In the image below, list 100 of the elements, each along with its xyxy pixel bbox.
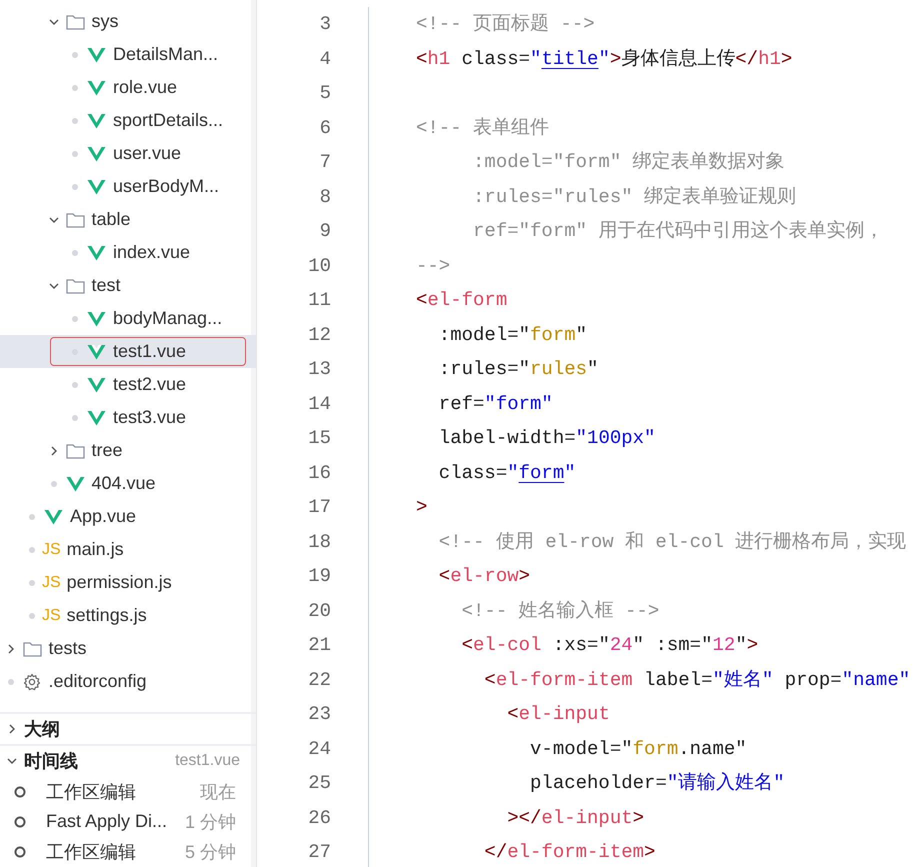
file-tree-item[interactable]: test3.vue xyxy=(0,401,256,434)
vue-icon xyxy=(87,310,106,326)
timeline-item[interactable]: Fast Apply Di... 1 分钟 xyxy=(0,806,256,837)
code-line: <!-- 使用 el-row 和 el-col 进行栅格布局，实现 xyxy=(438,530,906,552)
timeline-time: 5 分钟 xyxy=(184,840,236,864)
section-title: 时间线 xyxy=(24,750,79,774)
vue-icon xyxy=(87,146,106,162)
line-number: 15 xyxy=(308,427,331,449)
code-line: v-model="form.name" xyxy=(529,738,747,760)
code-line: <el-input xyxy=(506,703,610,725)
line-number: 25 xyxy=(308,772,331,794)
file-tree-item[interactable]: test2.vue xyxy=(0,368,256,401)
file-name: sys xyxy=(92,11,118,32)
vue-icon xyxy=(87,178,106,194)
code-line: ref="form" xyxy=(438,392,553,414)
bullet-icon xyxy=(8,678,14,684)
bullet-icon xyxy=(29,612,35,618)
line-number: 6 xyxy=(320,116,331,138)
gear-icon xyxy=(23,672,41,690)
file-tree-item[interactable]: 404.vue xyxy=(0,467,256,500)
file-name: permission.js xyxy=(66,572,172,593)
file-tree-item[interactable]: tests xyxy=(0,632,256,665)
line-number: 24 xyxy=(308,738,331,760)
line-number: 17 xyxy=(308,496,331,518)
file-tree-item[interactable]: JS settings.js xyxy=(0,599,256,632)
bullet-icon xyxy=(29,546,35,552)
code-line: :rules="rules" xyxy=(438,358,598,380)
vue-icon xyxy=(87,46,106,62)
file-tree-item[interactable]: test1.vue xyxy=(0,335,256,368)
vue-icon xyxy=(87,410,106,426)
code-line: :rules="rules" 绑定表单验证规则 xyxy=(472,186,796,208)
vue-icon xyxy=(87,244,106,260)
line-number: 23 xyxy=(308,703,331,725)
file-name: test3.vue xyxy=(113,407,186,428)
file-tree-item[interactable]: tree xyxy=(0,434,256,467)
file-name: App.vue xyxy=(70,506,136,527)
line-number: 21 xyxy=(308,634,331,656)
vue-icon xyxy=(87,112,106,128)
file-tree-item[interactable]: DetailsMan... xyxy=(0,38,256,71)
code-line: <el-col :xs="24" :sm="12"> xyxy=(460,634,758,656)
timeline-label: Fast Apply Di... xyxy=(46,811,168,832)
vue-icon xyxy=(44,508,63,524)
bullet-icon xyxy=(72,84,78,90)
line-number: 19 xyxy=(308,565,331,587)
line-number: 13 xyxy=(308,358,331,380)
section-title: 大纲 xyxy=(24,718,61,742)
timeline-time: 现在 xyxy=(200,780,236,804)
code-line: <!-- 页面标题 --> xyxy=(416,13,595,35)
line-number: 5 xyxy=(320,82,331,104)
file-tree-item[interactable]: table xyxy=(0,203,256,236)
file-name: .editorconfig xyxy=(48,671,147,692)
file-tree-item[interactable]: index.vue xyxy=(0,236,256,269)
code-line: </el-form-item> xyxy=(483,841,656,863)
line-number: 22 xyxy=(308,668,331,690)
file-name: test2.vue xyxy=(113,374,186,395)
line-number: 8 xyxy=(320,186,331,208)
code-line: --> xyxy=(416,254,450,276)
file-tree-item[interactable]: test xyxy=(0,269,256,302)
file-name: table xyxy=(92,209,131,230)
file-tree-item[interactable]: user.vue xyxy=(0,137,256,170)
code-line: <!-- 姓名输入框 --> xyxy=(460,600,660,622)
timeline-item[interactable]: 工作区编辑 现在 xyxy=(0,776,256,807)
code-line: <el-row> xyxy=(438,565,530,587)
timeline-item[interactable]: 工作区编辑 5 分钟 xyxy=(0,836,256,867)
line-number: 16 xyxy=(308,462,331,484)
timeline-header[interactable]: 时间线 test1.vue xyxy=(0,744,256,776)
file-tree-item[interactable]: role.vue xyxy=(0,71,256,104)
file-tree-item[interactable]: App.vue xyxy=(0,500,256,533)
bullet-icon xyxy=(50,480,56,486)
file-name: role.vue xyxy=(113,77,178,98)
file-tree-item[interactable]: sys xyxy=(0,5,256,38)
file-tree-item[interactable]: userBodyM... xyxy=(0,170,256,203)
bullet-icon xyxy=(72,52,78,58)
file-tree-item[interactable]: JS permission.js xyxy=(0,566,256,599)
bullet-icon xyxy=(29,514,35,520)
file-name: bodyManag... xyxy=(113,308,222,329)
folder-icon xyxy=(66,278,84,294)
bullet-icon xyxy=(72,316,78,322)
line-number: 4 xyxy=(320,48,331,70)
folder-icon xyxy=(66,212,84,228)
code-line: label-width="100px" xyxy=(438,427,656,449)
outline-header[interactable]: 大纲 xyxy=(0,712,256,744)
code-line: <h1 class="title">身体信息上传</h1> xyxy=(416,48,792,70)
vue-icon xyxy=(87,344,106,360)
file-tree-item[interactable]: bodyManag... xyxy=(0,302,256,335)
file-tree-item[interactable]: .editorconfig xyxy=(0,665,256,698)
bullet-icon xyxy=(72,382,78,388)
vue-icon xyxy=(87,80,106,96)
file-tree-item[interactable]: sportDetails... xyxy=(0,104,256,137)
file-name: test1.vue xyxy=(113,341,186,362)
timeline-label: 工作区编辑 xyxy=(46,840,137,864)
line-number: 18 xyxy=(308,530,331,552)
line-number: 20 xyxy=(308,600,331,622)
file-name: tree xyxy=(92,440,123,461)
folder-icon xyxy=(66,442,84,458)
file-tree-item[interactable]: JS main.js xyxy=(0,533,256,566)
file-name: index.vue xyxy=(113,242,190,263)
bullet-icon xyxy=(72,118,78,124)
folder-icon xyxy=(66,14,84,30)
js-file-icon: JS xyxy=(42,574,61,592)
